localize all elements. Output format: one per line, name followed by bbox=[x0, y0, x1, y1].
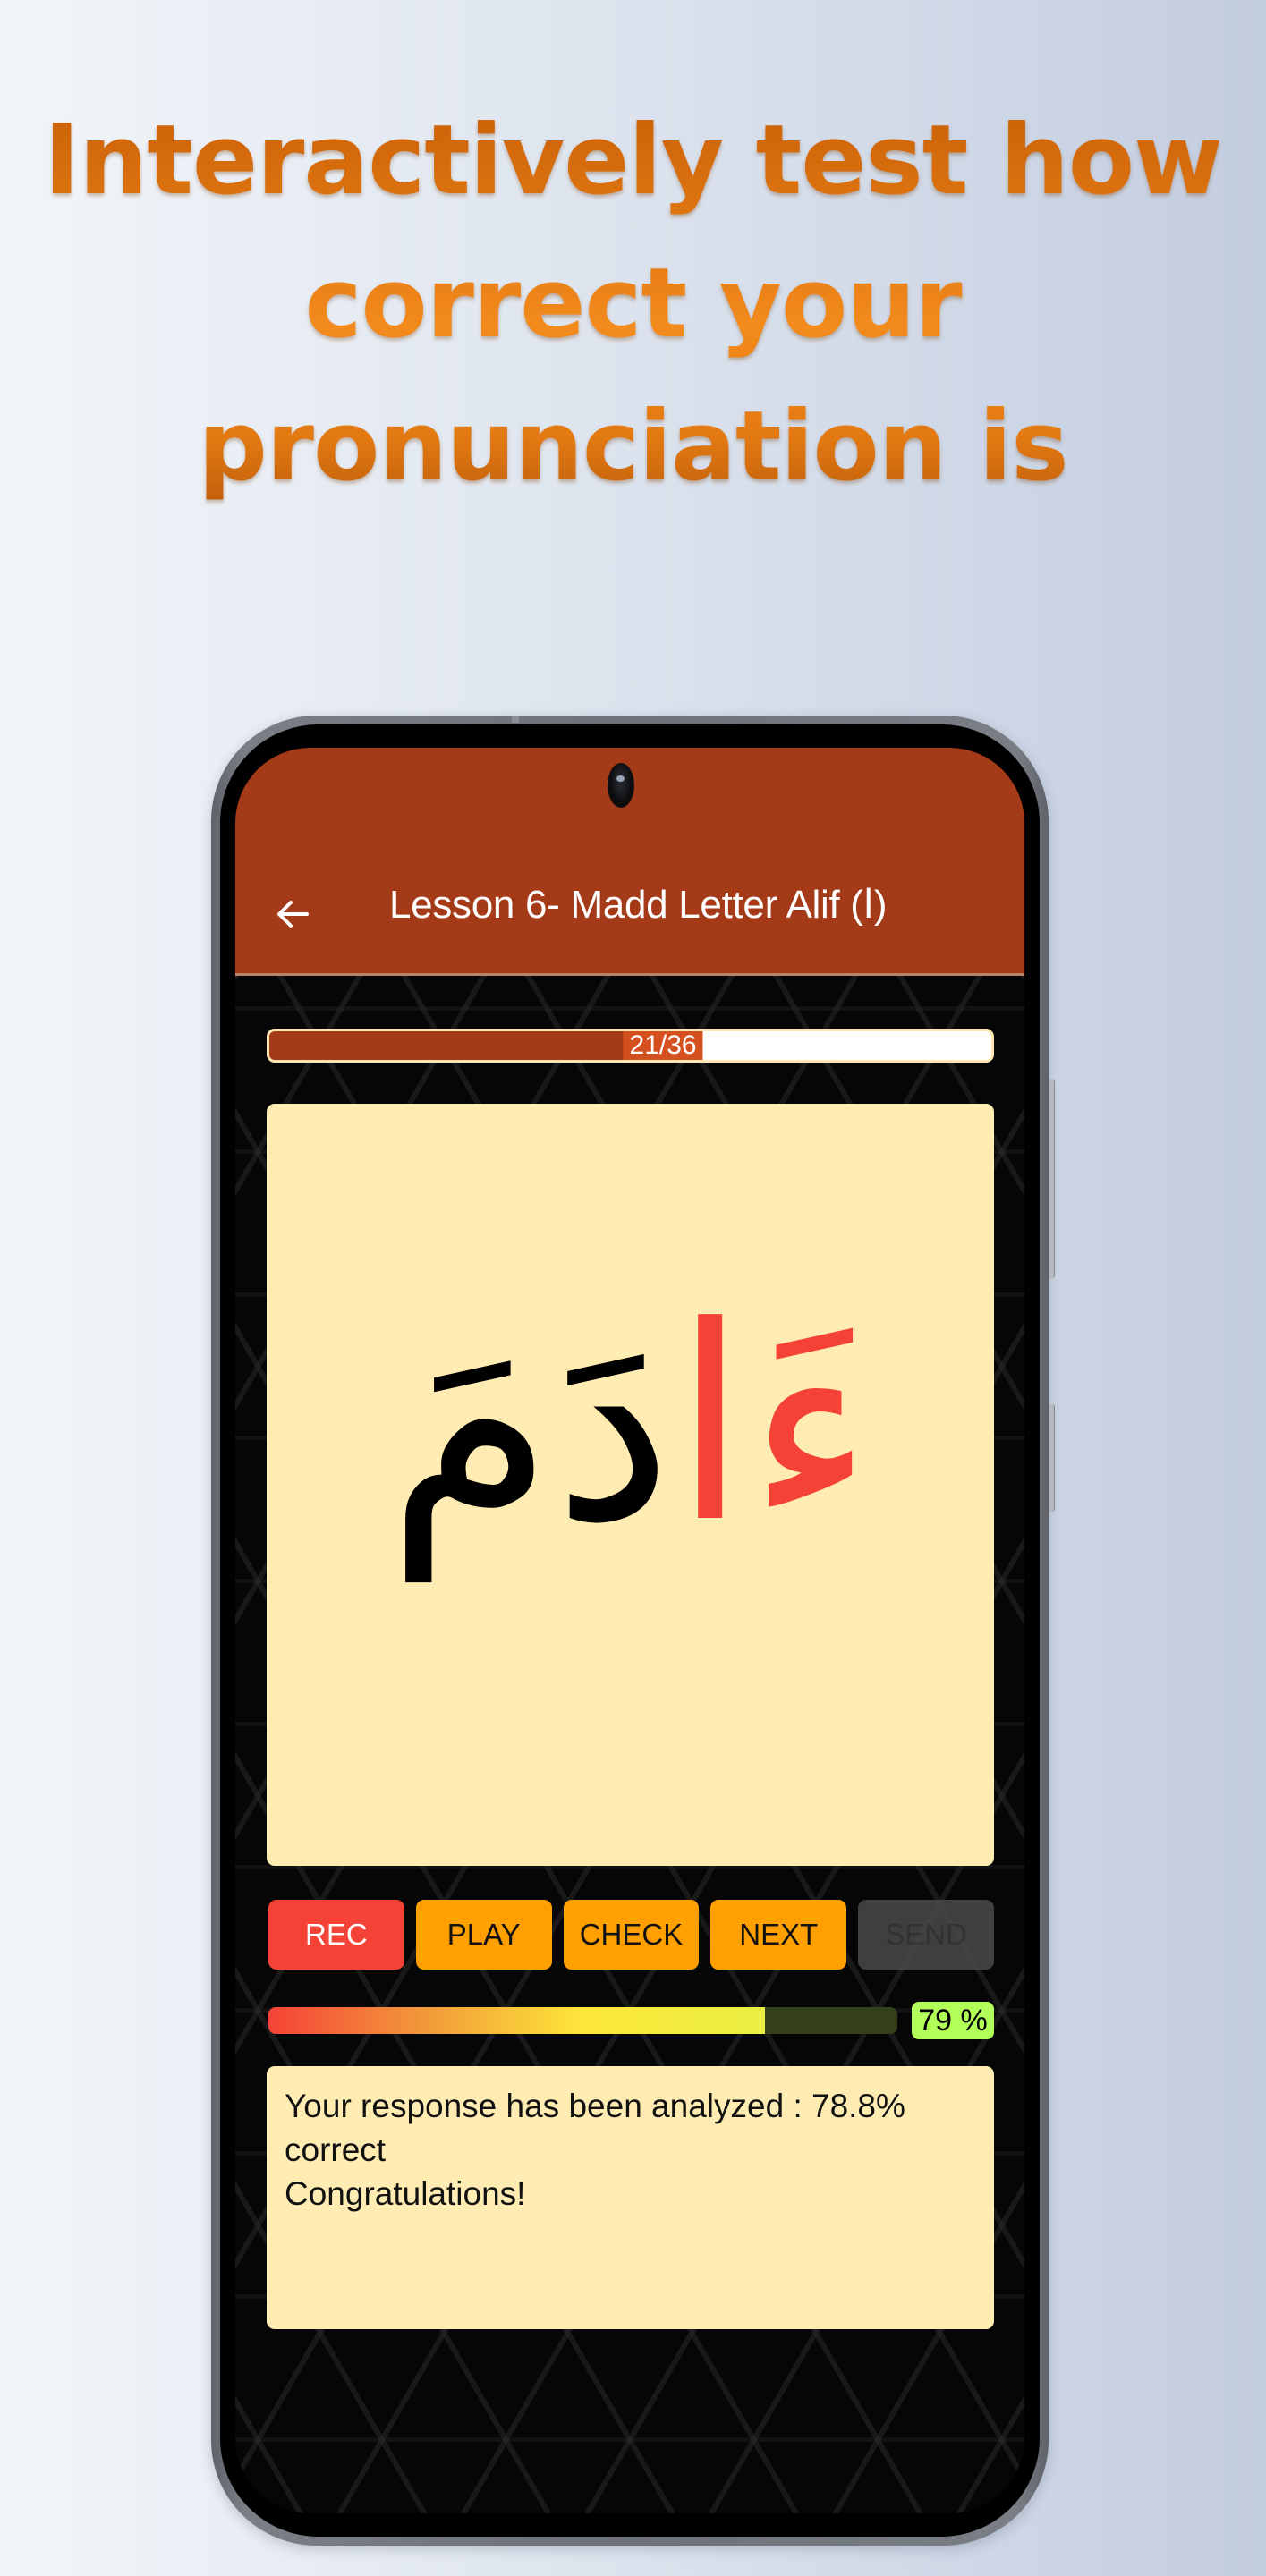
feedback-congrats-text: Congratulations! bbox=[285, 2175, 526, 2212]
arabic-word: ءَادَمَ bbox=[267, 1292, 994, 1560]
check-button[interactable]: CHECK bbox=[563, 1900, 700, 1970]
back-button[interactable] bbox=[271, 893, 314, 936]
headline-line-2: correct your bbox=[304, 248, 962, 360]
app-screen: Lesson 6- Madd Letter Alif (ا) 21/36 ءَا… bbox=[235, 748, 1024, 2513]
accuracy-meter-fill bbox=[268, 2007, 766, 2034]
headline-line-1: Interactively test how bbox=[44, 105, 1222, 216]
headline-line-3: pronunciation is bbox=[198, 391, 1068, 503]
lesson-title: Lesson 6- Madd Letter Alif (ا) bbox=[389, 883, 888, 927]
next-button[interactable]: NEXT bbox=[710, 1900, 847, 1970]
lesson-progress-bar: 21/36 bbox=[267, 1029, 994, 1063]
accuracy-badge: 79 % bbox=[912, 2002, 994, 2039]
front-camera-icon bbox=[608, 763, 634, 808]
phone-frame: Lesson 6- Madd Letter Alif (ا) 21/36 ءَا… bbox=[211, 716, 1055, 2546]
promo-headline: Interactively test how correct your pron… bbox=[0, 89, 1266, 519]
lesson-progress-label: 21/36 bbox=[623, 1031, 703, 1060]
control-buttons: REC PLAY CHECK NEXT SEND bbox=[268, 1900, 994, 1970]
remaining-letters: دَمَ bbox=[387, 1269, 673, 1581]
feedback-result-text: Your response has been analyzed : 78.8% … bbox=[285, 2088, 915, 2168]
word-card: ءَادَمَ bbox=[267, 1104, 994, 1866]
record-button[interactable]: REC bbox=[268, 1900, 404, 1970]
arrow-left-icon bbox=[277, 901, 309, 928]
feedback-box: Your response has been analyzed : 78.8% … bbox=[267, 2066, 994, 2329]
send-button[interactable]: SEND bbox=[858, 1900, 994, 1970]
play-button[interactable]: PLAY bbox=[415, 1900, 552, 1970]
app-bar: Lesson 6- Madd Letter Alif (ا) bbox=[235, 748, 1024, 976]
frame-antenna-line bbox=[512, 716, 519, 723]
accuracy-meter bbox=[268, 2007, 897, 2034]
volume-button bbox=[1049, 1080, 1055, 1278]
highlighted-letters: ءَا bbox=[672, 1269, 874, 1581]
power-button bbox=[1049, 1404, 1055, 1512]
